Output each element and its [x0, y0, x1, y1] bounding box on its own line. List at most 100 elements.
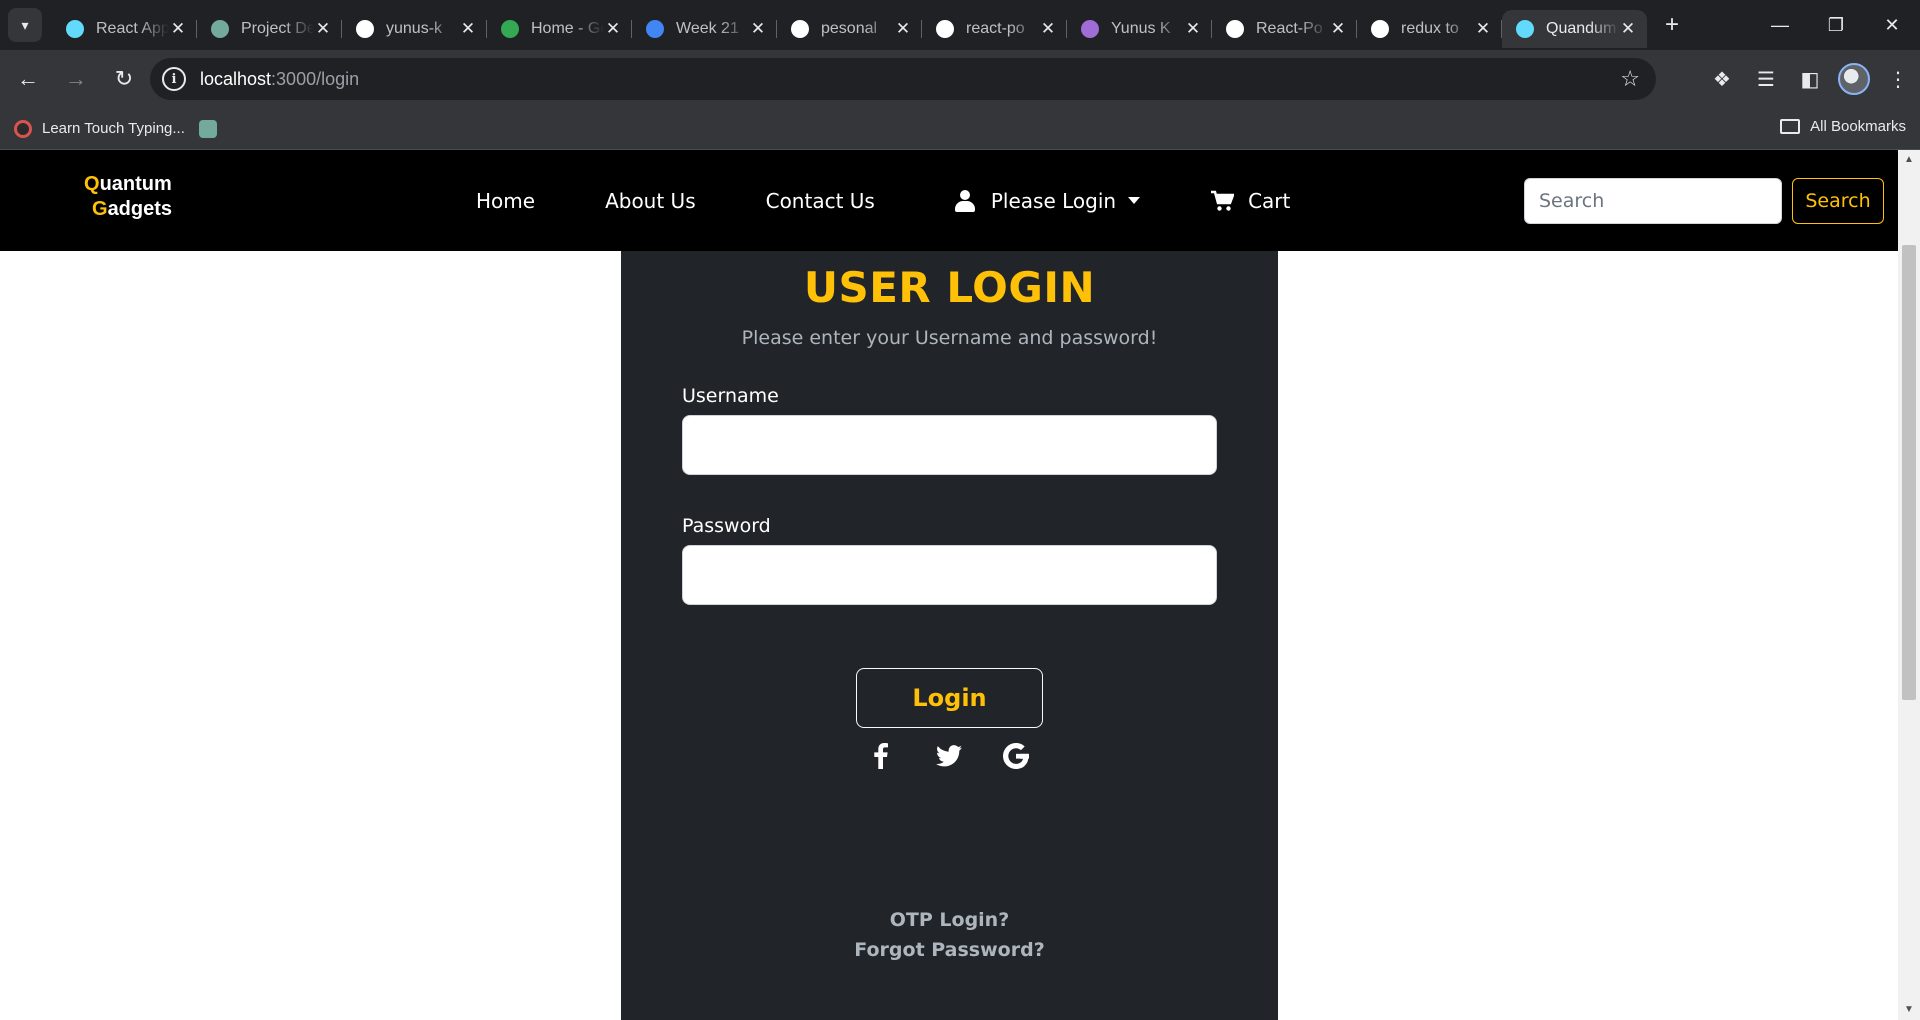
close-window-button[interactable]: ✕ — [1864, 0, 1920, 50]
site-search-button[interactable]: Search — [1792, 178, 1884, 224]
window-controls: — ❐ ✕ — [1752, 0, 1920, 50]
browser-tab[interactable]: react-po ✕ — [922, 10, 1067, 48]
tab-title: Yunus K — [1111, 20, 1171, 37]
bookmark-typing[interactable]: Learn Touch Typing... — [14, 119, 185, 138]
reload-button[interactable]: ↻ — [104, 59, 144, 99]
login-dropdown[interactable]: Please Login — [954, 188, 1141, 213]
bookmark-label: Learn Touch Typing... — [42, 120, 185, 137]
tab-close-icon[interactable]: ✕ — [1619, 19, 1637, 39]
scroll-up-arrow[interactable]: ▲ — [1898, 152, 1920, 168]
page-scrollbar[interactable]: ▲ ▼ — [1898, 150, 1920, 1020]
browser-tab[interactable]: pesonal ✕ — [777, 10, 922, 48]
tab-close-icon[interactable]: ✕ — [314, 19, 332, 39]
browser-tab[interactable]: Week 21 ✕ — [632, 10, 777, 48]
login-card: USER LOGIN Please enter your Username an… — [621, 251, 1278, 1020]
browser-tab[interactable]: Yunus K ✕ — [1067, 10, 1212, 48]
brand-line-1: Quantum — [84, 173, 172, 195]
brand-logo[interactable]: Quantum Gadgets — [84, 172, 172, 222]
drive-icon — [501, 20, 519, 38]
address-bar[interactable]: i localhost:3000/login ☆ — [150, 58, 1656, 100]
tab-close-icon[interactable]: ✕ — [459, 19, 477, 39]
social-login-row — [856, 741, 1043, 771]
tab-search-button[interactable]: ▾ — [8, 8, 42, 42]
nav-home-link[interactable]: Home — [476, 189, 535, 213]
login-title: USER LOGIN — [803, 263, 1096, 312]
tab-close-icon[interactable]: ✕ — [894, 19, 912, 39]
forgot-password-link[interactable]: Forgot Password? — [621, 939, 1278, 961]
tab-close-icon[interactable]: ✕ — [749, 19, 767, 39]
react-icon — [66, 20, 84, 38]
side-panel-icon[interactable]: ◧ — [1788, 57, 1832, 101]
new-tab-button[interactable]: + — [1655, 8, 1689, 42]
browser-tab[interactable]: Project Details✕ — [197, 10, 342, 48]
url-host: localhost — [200, 68, 272, 89]
url-path: :3000/login — [271, 68, 360, 89]
all-bookmarks-button[interactable]: All Bookmarks — [1780, 118, 1906, 135]
scroll-thumb[interactable] — [1902, 245, 1916, 700]
site-search-input[interactable] — [1524, 178, 1782, 224]
twitter-icon[interactable] — [934, 741, 964, 771]
github-icon — [791, 20, 809, 38]
tab-close-icon[interactable]: ✕ — [1039, 19, 1057, 39]
browser-tab[interactable]: Home - Google Drive✕ — [487, 10, 632, 48]
browser-tab[interactable]: React-Po ✕ — [1212, 10, 1357, 48]
browser-tab[interactable]: Quandum ✕ — [1502, 10, 1647, 48]
browser-tab[interactable]: yunus-k ✕ — [342, 10, 487, 48]
tab-title: React App — [96, 20, 169, 37]
caret-down-icon — [1128, 197, 1141, 204]
bookmark-chatgpt[interactable] — [198, 119, 227, 138]
browser-tab[interactable]: React App ✕ — [52, 10, 197, 48]
chatgpt-icon — [198, 119, 217, 138]
github-icon — [356, 20, 374, 38]
profile-avatar[interactable] — [1832, 57, 1876, 101]
tab-title: redux to — [1401, 20, 1459, 37]
bookmark-star-icon[interactable]: ☆ — [1620, 66, 1640, 92]
login-dropdown-label: Please Login — [990, 188, 1117, 213]
tab-close-icon[interactable]: ✕ — [604, 19, 622, 39]
cart-icon — [1211, 190, 1235, 211]
browser-tab[interactable]: redux to ✕ — [1357, 10, 1502, 48]
browser-menu-icon[interactable]: ⋮ — [1876, 57, 1920, 101]
google-icon — [1371, 20, 1389, 38]
tab-title: Project Details — [241, 20, 314, 37]
tab-close-icon[interactable]: ✕ — [1329, 19, 1347, 39]
react-icon — [1516, 20, 1534, 38]
password-label: Password — [682, 515, 771, 537]
github-icon — [1226, 20, 1244, 38]
nav-cart-link[interactable]: Cart — [1210, 189, 1290, 213]
password-field[interactable] — [682, 545, 1217, 605]
tab-close-icon[interactable]: ✕ — [1184, 19, 1202, 39]
tab-title: yunus-k — [386, 20, 443, 37]
site-navbar: Quantum Gadgets Home About Us Contact Us… — [0, 150, 1898, 251]
page-viewport: Quantum Gadgets Home About Us Contact Us… — [0, 150, 1920, 1020]
site-info-icon[interactable]: i — [162, 67, 186, 91]
toolbar-right: ❖ ☰ ◧ ⋮ — [1700, 50, 1920, 108]
tab-close-icon[interactable]: ✕ — [169, 19, 187, 39]
brand-initial-g: G — [92, 198, 108, 220]
nav-contact-link[interactable]: Contact Us — [766, 189, 875, 213]
chatgpt-icon — [211, 20, 229, 38]
brand-word-2: adgets — [107, 198, 173, 220]
nav-about-link[interactable]: About Us — [605, 189, 696, 213]
login-button[interactable]: Login — [856, 668, 1043, 728]
typing-icon — [14, 119, 32, 138]
forward-button[interactable]: → — [56, 59, 96, 99]
tab-title: react-po — [966, 20, 1025, 37]
tab-title: Quandum — [1546, 20, 1617, 37]
minimize-button[interactable]: — — [1752, 0, 1808, 50]
tab-title: React-Po — [1256, 20, 1323, 37]
back-button[interactable]: ← — [8, 59, 48, 99]
restore-button[interactable]: ❐ — [1808, 0, 1864, 50]
login-subtitle: Please enter your Username and password! — [741, 327, 1158, 349]
username-field[interactable] — [682, 415, 1217, 475]
facebook-icon[interactable] — [866, 741, 896, 771]
scroll-down-arrow[interactable]: ▼ — [1898, 1002, 1920, 1018]
media-controls-icon[interactable]: ☰ — [1744, 57, 1788, 101]
otp-login-link[interactable]: OTP Login? — [621, 909, 1278, 931]
tab-close-icon[interactable]: ✕ — [1474, 19, 1492, 39]
google-icon[interactable] — [1001, 741, 1031, 771]
tab-title: Home - Google Drive — [531, 20, 604, 37]
nav-links: Home About Us Contact Us Please Login Ca… — [476, 150, 1360, 251]
extensions-icon[interactable]: ❖ — [1700, 57, 1744, 101]
browser-toolbar: ← → ↻ i localhost:3000/login ☆ ❖ ☰ ◧ ⋮ — [0, 50, 1920, 108]
